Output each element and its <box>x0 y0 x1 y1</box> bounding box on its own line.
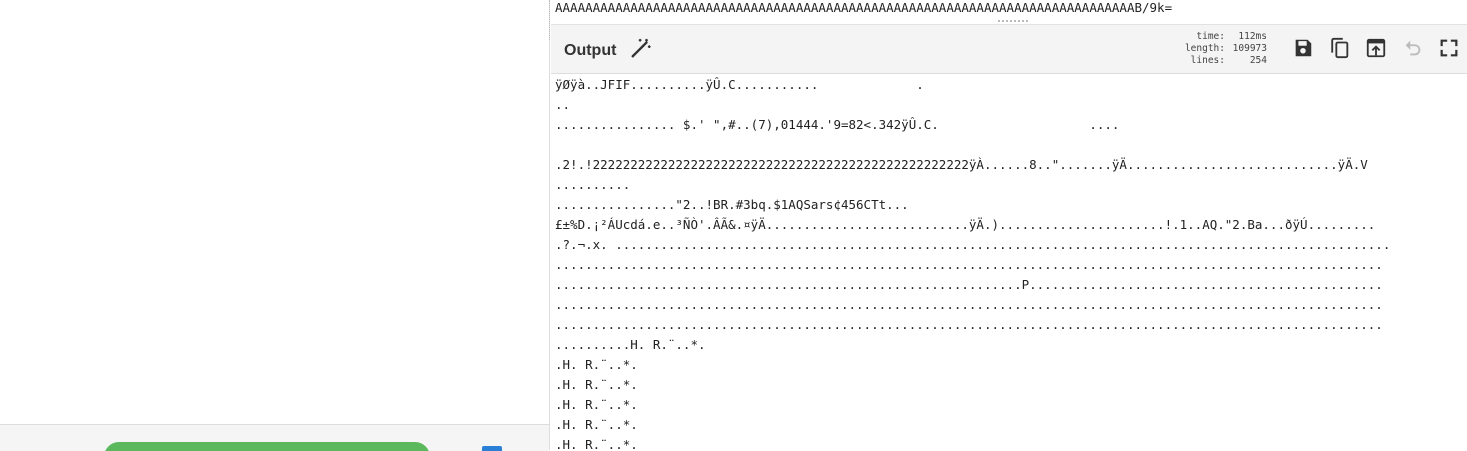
stat-lines-label: lines: <box>1190 55 1225 66</box>
controls-footer <box>0 424 549 451</box>
stat-length: length: 109973 <box>1177 43 1267 55</box>
input-text[interactable]: AAAAAAAAAAAAAAAAAAAAAAAAAAAAAAAAAAAAAAAA… <box>555 0 1455 16</box>
pane-divider[interactable] <box>549 0 550 450</box>
recipe-pane <box>0 0 549 451</box>
output-header: Output time: 112ms length: 109973 lines:… <box>551 24 1467 74</box>
auto-bake-checkbox[interactable] <box>482 446 502 451</box>
stat-lines-value: 254 <box>1249 55 1267 66</box>
undo-icon[interactable] <box>1402 37 1424 59</box>
fullscreen-icon[interactable] <box>1438 37 1460 59</box>
output-line: ........................................… <box>555 317 1383 332</box>
output-line: .......... <box>555 177 631 192</box>
output-line: ........................................… <box>555 277 1383 292</box>
stat-lines: lines: 254 <box>1177 55 1267 67</box>
output-line: .H. R.¨..*. <box>555 357 638 372</box>
copy-icon[interactable] <box>1329 37 1351 59</box>
output-line: ................"2..!BR.#3bq.$1AQSars¢45… <box>555 197 909 212</box>
output-text[interactable]: ÿØÿà..JFIF..........ÿÛ.C........... ....… <box>555 75 1465 450</box>
output-line: .H. R.¨..*. <box>555 437 638 450</box>
move-to-input-icon[interactable] <box>1365 37 1387 59</box>
output-line: .H. R.¨..*. <box>555 397 638 412</box>
stat-time: time: 112ms <box>1177 31 1267 43</box>
magic-wand-icon[interactable] <box>630 37 652 59</box>
output-title: Output <box>564 42 617 59</box>
stat-length-label: length: <box>1184 43 1225 54</box>
stat-length-value: 109973 <box>1232 43 1267 54</box>
output-line: .?.¬.x. ................................… <box>555 237 1391 252</box>
output-line: .H. R.¨..*. <box>555 417 638 432</box>
output-line: .. <box>555 97 571 112</box>
output-stats: time: 112ms length: 109973 lines: 254 <box>1177 31 1267 67</box>
output-line: ..........H. R.¨..*. <box>555 337 706 352</box>
output-line: ÿØÿà..JFIF..........ÿÛ.C........... . <box>555 77 924 92</box>
save-icon[interactable] <box>1292 37 1314 59</box>
output-line: .2!.!22222222222222222222222222222222222… <box>555 157 1368 172</box>
output-line: .H. R.¨..*. <box>555 377 638 392</box>
output-line: £±%D.¡²ÁUcdá.e..³ÑÒ'.ÂÃ&.¤ÿÄ............… <box>555 217 1376 232</box>
stat-time-label: time: <box>1196 31 1225 42</box>
output-line: ................ $.' ",#..(7),01444.'9=8… <box>555 117 1120 132</box>
stat-time-value: 112ms <box>1238 31 1267 42</box>
output-line: ........................................… <box>555 257 1383 272</box>
io-pane: AAAAAAAAAAAAAAAAAAAAAAAAAAAAAAAAAAAAAAAA… <box>551 0 1467 450</box>
output-line: ........................................… <box>555 297 1383 312</box>
